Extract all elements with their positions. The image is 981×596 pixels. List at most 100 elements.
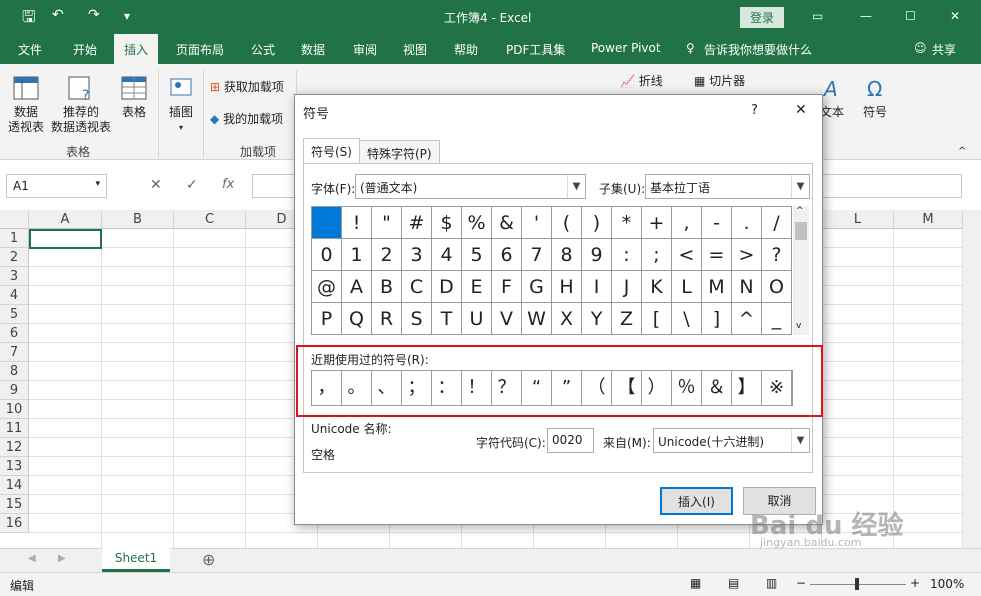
insert-button[interactable]: 插入(I) — [660, 487, 733, 515]
row-header[interactable]: 15 — [0, 495, 29, 514]
symbol-cell[interactable]: H — [552, 271, 582, 303]
symbol-cell[interactable]: U — [462, 303, 492, 335]
ribbon-display-icon[interactable]: ▭ — [812, 9, 823, 23]
my-addins-button[interactable]: ◆ 我的加载项 — [210, 112, 283, 127]
tab-insert[interactable]: 插入 — [114, 34, 159, 64]
row-header[interactable]: 16 — [0, 514, 29, 533]
tab-help[interactable]: 帮助 — [454, 41, 478, 58]
symbol-cell[interactable]: & — [492, 207, 522, 239]
column-header[interactable]: L — [822, 210, 894, 229]
symbol-cell[interactable]: 7 — [522, 239, 552, 271]
normal-view-icon[interactable]: ▦ — [690, 576, 701, 590]
collapse-ribbon-icon[interactable]: ^ — [958, 146, 966, 157]
zoom-slider-thumb[interactable] — [855, 578, 859, 590]
tab-data[interactable]: 数据 — [301, 41, 325, 58]
from-select[interactable]: Unicode(十六进制) ▼ — [653, 428, 810, 453]
selected-cell-a1[interactable] — [29, 229, 102, 249]
symbol-cell[interactable]: = — [702, 239, 732, 271]
symbol-cell[interactable]: X — [552, 303, 582, 335]
select-all-corner[interactable] — [0, 210, 29, 229]
page-layout-view-icon[interactable]: ▤ — [728, 576, 739, 590]
symbol-cell[interactable]: # — [402, 207, 432, 239]
tab-special-characters[interactable]: 特殊字符(P) — [359, 140, 440, 164]
get-addins-button[interactable]: ⊞ 获取加载项 — [210, 80, 284, 95]
sparkline-button[interactable]: 📈 折线 — [620, 74, 663, 89]
symbol-cell[interactable]: ; — [642, 239, 672, 271]
scroll-left-icon[interactable]: ◀ — [28, 553, 36, 564]
symbol-cell[interactable]: ^ — [732, 303, 762, 335]
symbol-cell[interactable]: R — [372, 303, 402, 335]
row-header[interactable]: 2 — [0, 248, 29, 267]
symbol-grid[interactable]: ! " # $% & '() * +, -./ 0 1 2 3 4 5 6 7 8 9:; < = >? @ A B C D E F G H… — [311, 206, 792, 335]
symbol-cell[interactable]: , — [672, 207, 702, 239]
confirm-entry-icon[interactable]: ✓ — [186, 177, 198, 193]
symbol-cell[interactable]: @ — [312, 271, 342, 303]
tell-me-search[interactable]: 告诉我你想要做什么 — [704, 41, 812, 58]
symbol-cell[interactable]: P — [312, 303, 342, 335]
symbol-cell[interactable]: \ — [672, 303, 702, 335]
row-header[interactable]: 5 — [0, 305, 29, 324]
symbol-cell[interactable]: J — [612, 271, 642, 303]
symbol-cell[interactable]: O — [762, 271, 792, 303]
symbol-cell[interactable]: Q — [342, 303, 372, 335]
row-header[interactable]: 13 — [0, 457, 29, 476]
column-header[interactable]: A — [29, 210, 102, 229]
cancel-entry-icon[interactable]: ✕ — [150, 177, 162, 193]
save-icon[interactable]: 🖫 — [22, 6, 36, 33]
row-header[interactable]: 4 — [0, 286, 29, 305]
symbol-cell[interactable]: L — [672, 271, 702, 303]
symbol-cell[interactable]: W — [522, 303, 552, 335]
subset-select[interactable]: 基本拉丁语 ▼ — [645, 174, 810, 199]
row-header[interactable]: 7 — [0, 343, 29, 362]
symbol-cell[interactable]: B — [372, 271, 402, 303]
tab-review[interactable]: 审阅 — [353, 41, 377, 58]
symbol-cell[interactable]: 6 — [492, 239, 522, 271]
zoom-out-icon[interactable]: − — [796, 576, 806, 590]
scroll-right-icon[interactable]: ▶ — [58, 553, 66, 564]
symbol-cell[interactable]: - — [702, 207, 732, 239]
symbol-cell[interactable]: T — [432, 303, 462, 335]
symbol-cell[interactable]: : — [612, 239, 642, 271]
login-button[interactable]: 登录 — [740, 7, 785, 28]
add-sheet-icon[interactable]: ⊕ — [202, 550, 215, 569]
share-icon[interactable]: ☺ — [914, 41, 927, 55]
symbol-cell[interactable]: 2 — [372, 239, 402, 271]
symbol-cell[interactable]: 3 — [402, 239, 432, 271]
symbol-cell[interactable]: + — [642, 207, 672, 239]
column-header[interactable]: B — [102, 210, 174, 229]
help-icon[interactable]: ? — [751, 103, 758, 118]
font-select[interactable]: (普通文本) ▼ — [355, 174, 586, 199]
name-box[interactable]: A1 ▾ — [6, 174, 107, 198]
share-button[interactable]: 共享 — [932, 41, 956, 58]
symbol-cell[interactable]: . — [732, 207, 762, 239]
symbol-cell[interactable]: % — [462, 207, 492, 239]
symbol-cell[interactable]: I — [582, 271, 612, 303]
scroll-down-icon[interactable]: v — [796, 321, 801, 331]
pivot-table-button[interactable]: 数据 透视表 — [8, 74, 44, 135]
tab-formulas[interactable]: 公式 — [251, 41, 275, 58]
symbol-cell[interactable]: / — [762, 207, 792, 239]
symbol-grid-scrollbar[interactable]: ^ v — [793, 206, 809, 335]
symbol-cell[interactable]: $ — [432, 207, 462, 239]
symbol-cell[interactable]: ] — [702, 303, 732, 335]
symbol-cell[interactable]: 9 — [582, 239, 612, 271]
symbol-cell[interactable]: E — [462, 271, 492, 303]
illustrations-button[interactable]: 插图 ▾ — [164, 74, 198, 135]
row-header[interactable]: 11 — [0, 419, 29, 438]
symbol-cell[interactable]: K — [642, 271, 672, 303]
symbol-cell[interactable]: 5 — [462, 239, 492, 271]
customize-qat-icon[interactable]: ▾ — [124, 9, 130, 23]
recommended-pivot-button[interactable]: ? 推荐的 数据透视表 — [50, 74, 112, 135]
slicer-button[interactable]: ▦ 切片器 — [694, 74, 745, 89]
symbol-cell[interactable]: > — [732, 239, 762, 271]
minimize-icon[interactable]: — — [860, 9, 872, 23]
symbol-cell[interactable]: < — [672, 239, 702, 271]
dialog-close-icon[interactable]: ✕ — [795, 102, 807, 118]
symbol-cell[interactable]: ? — [762, 239, 792, 271]
symbol-cell[interactable]: D — [432, 271, 462, 303]
symbol-cell[interactable]: 4 — [432, 239, 462, 271]
symbol-cell[interactable]: A — [342, 271, 372, 303]
column-header[interactable]: C — [174, 210, 246, 229]
symbol-button[interactable]: Ω 符号 — [858, 74, 892, 120]
tell-me-icon[interactable]: ♀ — [686, 41, 695, 55]
